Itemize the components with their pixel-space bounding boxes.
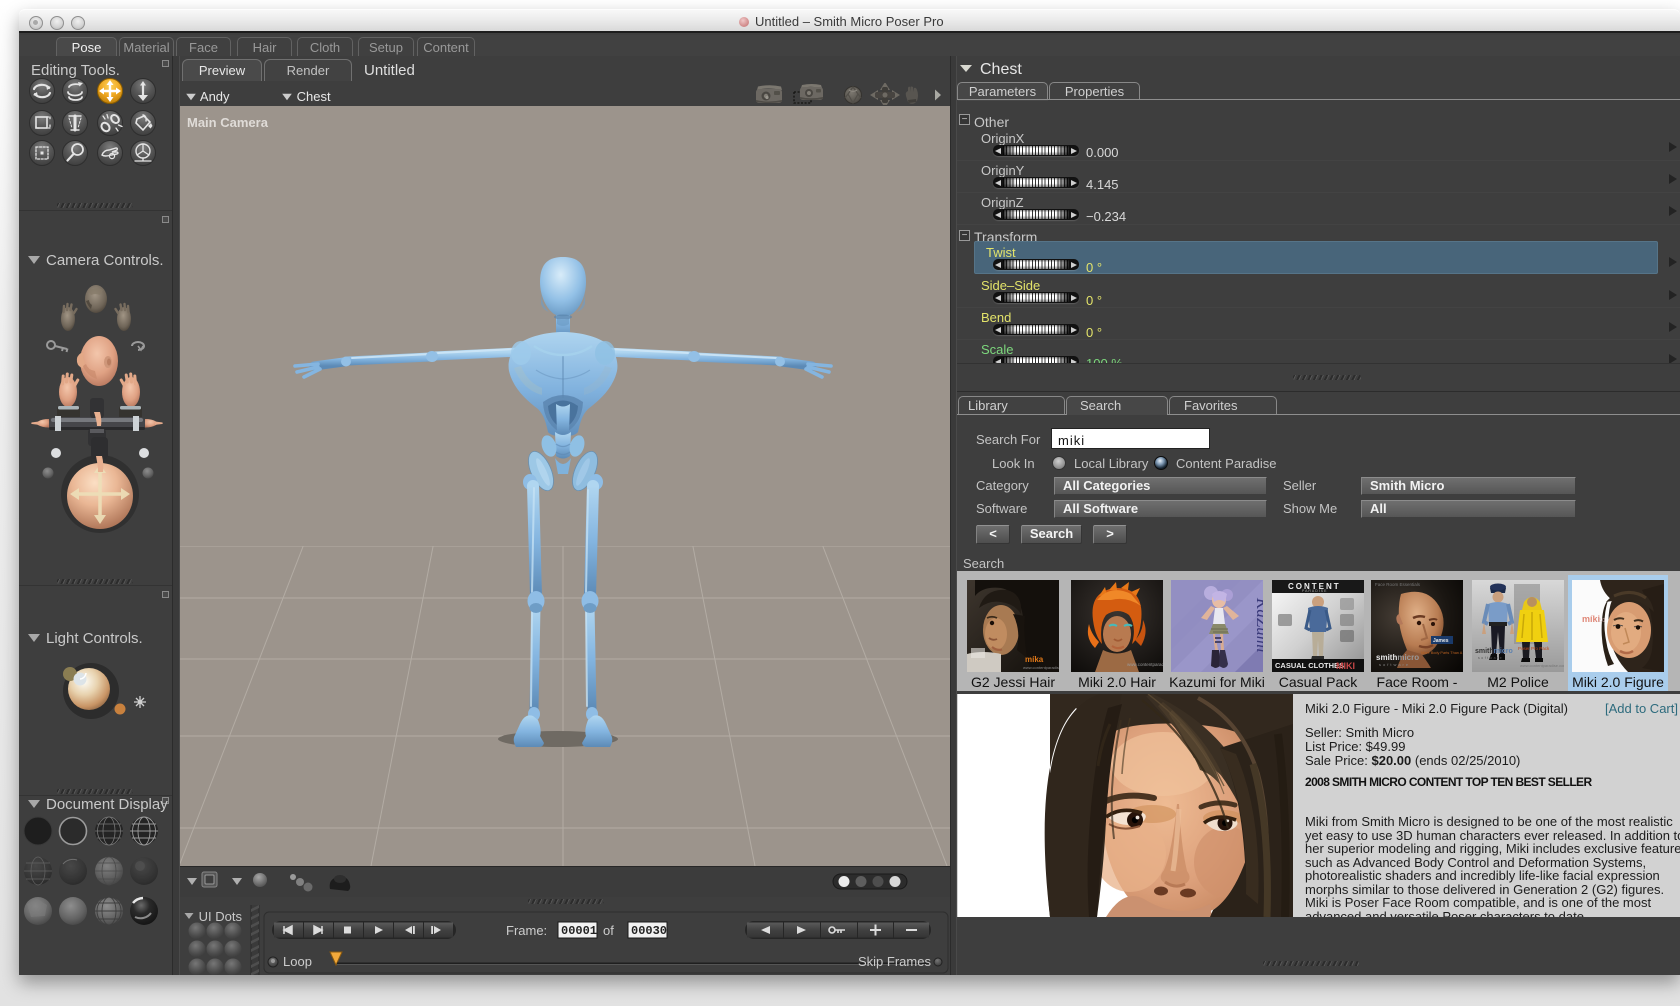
svg-text:More Body Parts Than A Repair: More Body Parts Than A Repair Shop: [1421, 651, 1463, 655]
svg-text:00001: 00001: [561, 924, 597, 938]
svg-text:PARADISE: PARADISE: [1302, 589, 1327, 593]
svg-text:Face Room Essentials: Face Room Essentials: [1375, 582, 1421, 587]
svg-text:Loop: Loop: [283, 954, 312, 969]
svg-text:Poser Pro Pack: Poser Pro Pack: [1518, 646, 1550, 651]
svg-text:www.contentparadise.com: www.contentparadise.com: [1127, 662, 1163, 667]
svg-text:software: software: [1379, 662, 1410, 667]
svg-text:www.contentparadise.com: www.contentparadise.com: [1023, 665, 1059, 670]
svg-text:Frame:: Frame:: [506, 923, 547, 938]
svg-text:2.0: 2.0: [1598, 618, 1605, 624]
svg-text:software: software: [1478, 656, 1503, 660]
svg-text:smithmicro: smithmicro: [1376, 653, 1419, 662]
svg-text:www.contentparadise.com: www.contentparadise.com: [1520, 663, 1564, 668]
svg-text:CASUAL CLOTHES: CASUAL CLOTHES: [1275, 661, 1344, 670]
svg-text:KaZumi: KaZumi: [1253, 597, 1263, 653]
svg-text:James: James: [1433, 638, 1449, 644]
svg-text:smithmicro: smithmicro: [1475, 648, 1513, 655]
svg-text:míka: míka: [1025, 655, 1044, 664]
svg-text:Skip Frames: Skip Frames: [858, 954, 931, 969]
svg-text:of: of: [603, 923, 614, 938]
svg-text:MIKI: MIKI: [1336, 661, 1355, 671]
svg-text:00030: 00030: [631, 924, 667, 938]
